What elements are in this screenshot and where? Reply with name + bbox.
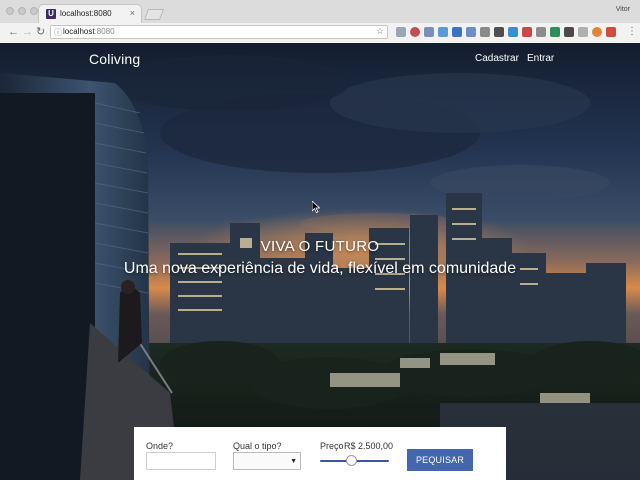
price-slider-thumb[interactable] xyxy=(345,455,357,466)
search-button[interactable]: PEQUISAR xyxy=(407,449,473,471)
extension-icon[interactable] xyxy=(592,27,602,37)
extension-icon[interactable] xyxy=(494,27,504,37)
nav-signup-link[interactable]: Cadastrar xyxy=(475,53,519,64)
where-label: Onde? xyxy=(146,441,174,451)
page-viewport: Coliving Cadastrar Entrar VIVA O FUTURO … xyxy=(0,43,640,480)
type-select[interactable]: ▼ xyxy=(233,452,301,470)
close-tab-icon[interactable]: × xyxy=(130,8,135,18)
extension-icon[interactable] xyxy=(480,27,490,37)
minimize-window-button[interactable] xyxy=(18,7,26,15)
mouse-cursor-icon xyxy=(312,201,320,213)
search-form: Onde? Qual o tipo? ▼ Preço R$ 2.500,00 P… xyxy=(134,427,506,480)
profile-name[interactable]: Vitor xyxy=(616,6,630,13)
tab-title: localhost:8080 xyxy=(60,9,112,18)
favicon-icon: U xyxy=(46,9,56,19)
browser-chrome: U localhost:8080 × Vitor ← → ↻ ⓘ localho… xyxy=(0,0,640,42)
nav-login-link[interactable]: Entrar xyxy=(527,53,554,64)
forward-icon[interactable]: → xyxy=(22,25,33,39)
brand-logo[interactable]: Coliving xyxy=(89,51,140,67)
extension-icon[interactable] xyxy=(424,27,434,37)
tab-strip: U localhost:8080 × Vitor xyxy=(0,0,640,23)
close-window-button[interactable] xyxy=(6,7,14,15)
where-input[interactable] xyxy=(146,452,216,470)
browser-toolbar: ← → ↻ ⓘ localhost:8080 ☆ ⋮ xyxy=(0,23,640,42)
bookmark-star-icon[interactable]: ☆ xyxy=(376,26,384,37)
reload-icon[interactable]: ↻ xyxy=(36,25,45,39)
chevron-down-icon: ▼ xyxy=(290,458,297,465)
extension-icon[interactable] xyxy=(606,27,616,37)
extension-icon[interactable] xyxy=(536,27,546,37)
hero-subheadline: Uma nova experiência de vida, flexível e… xyxy=(123,260,517,277)
info-icon[interactable]: ⓘ xyxy=(54,27,62,38)
extension-icon[interactable] xyxy=(508,27,518,37)
browser-tab[interactable]: U localhost:8080 × xyxy=(38,4,142,23)
url-port: :8080 xyxy=(94,27,115,36)
url-host: localhost xyxy=(63,27,95,36)
new-tab-button[interactable] xyxy=(143,9,165,20)
menu-icon[interactable]: ⋮ xyxy=(627,25,637,38)
address-url[interactable]: localhost:8080 xyxy=(63,27,115,36)
extension-icon[interactable] xyxy=(522,27,532,37)
extension-icon[interactable] xyxy=(438,27,448,37)
price-value: R$ 2.500,00 xyxy=(344,441,394,451)
zoom-window-button[interactable] xyxy=(30,7,38,15)
hero-headline: VIVA O FUTURO xyxy=(260,238,380,255)
extension-icon[interactable] xyxy=(452,27,462,37)
extension-icon[interactable] xyxy=(410,27,420,37)
type-label: Qual o tipo? xyxy=(233,441,282,451)
extension-icon[interactable] xyxy=(550,27,560,37)
extension-icon[interactable] xyxy=(564,27,574,37)
extension-icon[interactable] xyxy=(396,27,406,37)
extension-icon[interactable] xyxy=(578,27,588,37)
extension-icon[interactable] xyxy=(466,27,476,37)
address-bar[interactable]: ⓘ localhost:8080 ☆ xyxy=(50,25,388,39)
price-label: Preço xyxy=(320,441,344,451)
back-icon[interactable]: ← xyxy=(8,25,19,39)
